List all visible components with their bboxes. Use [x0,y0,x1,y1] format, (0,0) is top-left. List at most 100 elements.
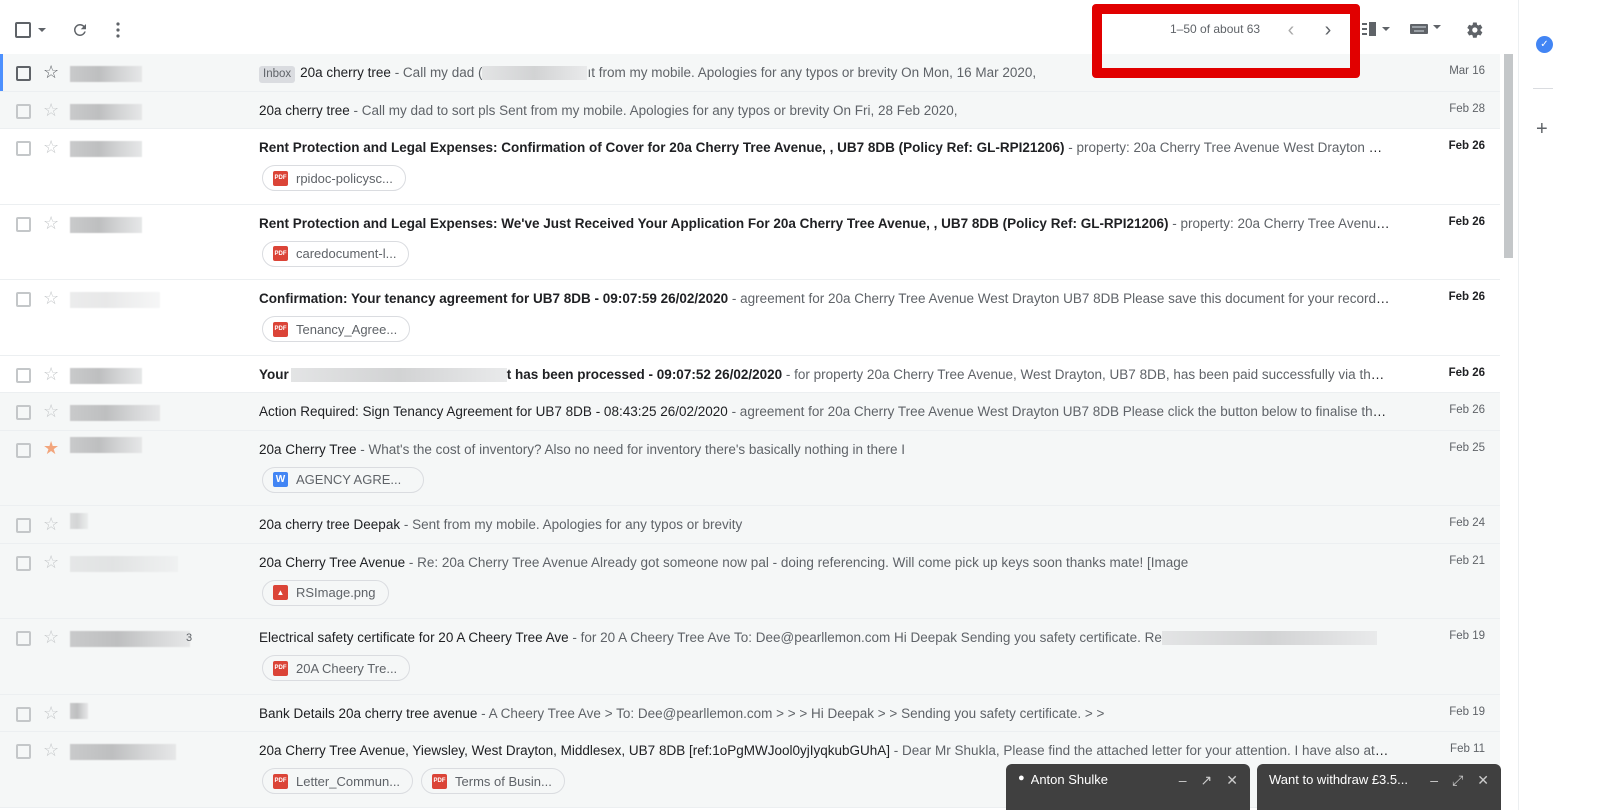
pdf-icon: PDF [273,321,288,337]
email-row[interactable]: ☆ Rent Protection and Legal Expenses: We… [0,204,1500,280]
fullscreen-icon[interactable]: ⤢ [1452,772,1463,788]
email-date: Feb 24 [1449,517,1485,529]
row-checkbox[interactable] [16,631,31,646]
email-subject: 20a cherry tree [259,102,350,118]
row-checkbox[interactable] [16,66,31,81]
pdf-icon: PDF [273,660,288,676]
caret-down-icon [1433,25,1441,29]
attachment-chip[interactable]: W AGENCY AGRE... [262,466,425,493]
email-row[interactable]: ☆ Bank Details 20a cherry tree avenue - … [0,694,1500,732]
row-checkbox[interactable] [16,518,31,533]
row-checkbox[interactable] [16,706,31,722]
attachment-chips: PDF Letter_Commun... PDF Terms of Busin... [262,768,565,794]
tasks-icon[interactable]: ✓ [1536,36,1553,53]
row-checkbox[interactable] [16,103,31,119]
prev-page-button[interactable]: ‹ [1284,18,1298,41]
refresh-button[interactable] [70,20,90,40]
attachment-chips: PDF 20A Cheery Tre... [262,655,411,681]
compose-window[interactable]: Want to withdraw £3.5... – ⤢ ✕ [1257,764,1501,810]
caret-down-icon [1382,27,1390,31]
email-snippet: - Dear Mr Shukla, Please find the attach… [890,743,1390,758]
star-icon[interactable]: ☆ [43,514,59,534]
word-doc-icon: W [273,472,288,487]
sender-redacted [70,513,88,529]
attachment-chips: W AGENCY AGRE... [262,466,425,493]
more-options-button[interactable] [110,20,126,40]
sender-redacted [70,103,142,120]
row-checkbox[interactable] [16,744,31,759]
email-row[interactable]: ☆ Rent Protection and Legal Expenses: Co… [0,129,1500,205]
side-panel: ✓ + [1518,0,1600,810]
side-divider [1533,88,1553,89]
next-page-button[interactable]: › [1321,19,1335,41]
attachment-chip[interactable]: PDF Letter_Commun... [262,768,414,794]
attachment-chip[interactable]: PDF caredocument-l... [262,240,410,267]
star-icon[interactable]: ☆ [43,100,59,120]
email-row[interactable]: ☆ 3 Electrical safety certificate for 20… [0,619,1500,695]
attachment-name: caredocument-l... [296,246,397,261]
chat-window[interactable]: ● Anton Shulke – ↗ ✕ [1006,764,1250,810]
email-row[interactable]: ☆ Confirmation: Your tenancy agreement f… [0,280,1500,356]
chevron-left-icon: ‹ [1287,18,1295,41]
settings-button[interactable] [1466,21,1484,39]
star-icon[interactable]: ☆ [43,213,59,233]
row-checkbox[interactable] [16,216,31,232]
minimize-icon[interactable]: – [1430,772,1438,788]
email-subject: 20a Cherry Tree Avenue, Yiewsley, West D… [259,743,891,758]
email-row[interactable]: ★ 20a Cherry Tree - What's the cost of i… [0,430,1500,506]
star-filled-icon[interactable]: ★ [43,438,59,458]
star-icon[interactable]: ☆ [43,364,59,384]
attachment-chip[interactable]: PDF 20A Cheery Tre... [262,655,411,681]
email-subject: Electrical safety certificate for 20 A C… [259,630,569,645]
inbox-main: 1–50 of about 63 ‹ › ☆ Inbox 20a cherry … [0,0,1518,810]
pdf-icon: PDF [432,773,448,789]
sender-redacted [70,141,142,157]
row-checkbox[interactable] [16,555,31,571]
email-snippet: - Call my dad to sort pls Sent from my m… [349,102,958,118]
redacted-text [482,66,588,81]
row-checkbox[interactable] [16,292,31,307]
scrollbar-thumb[interactable] [1504,54,1513,258]
pdf-icon: PDF [273,246,288,261]
email-row[interactable]: ☆ Action Required: Sign Tenancy Agreemen… [0,393,1500,431]
email-row[interactable]: ☆ Inbox 20a cherry tree - Call my dad (ıt… [0,54,1500,92]
email-row[interactable]: ☆ Your t has been processed - 09:07:52 26… [0,355,1500,393]
row-checkbox[interactable] [16,405,31,420]
star-icon[interactable]: ☆ [43,137,59,157]
attachment-chip[interactable]: ▲ RSImage.png [262,579,389,606]
star-icon[interactable]: ☆ [43,552,59,572]
select-dropdown-button[interactable] [38,28,46,32]
email-content: 20a cherry tree Deepak - Sent from my mo… [259,516,1390,534]
row-checkbox[interactable] [16,442,31,458]
pdf-icon: PDF [273,773,288,789]
attachment-chip[interactable]: PDF Tenancy_Agree... [262,316,411,342]
chat-bubble-icon: ● [1018,772,1025,784]
select-all-checkbox[interactable] [15,22,31,38]
input-tools-toggle[interactable] [1410,24,1441,34]
row-checkbox[interactable] [16,367,31,383]
attachment-chip[interactable]: PDF Terms of Busin... [421,768,565,794]
star-icon[interactable]: ☆ [43,401,59,421]
minimize-icon[interactable]: – [1179,772,1187,788]
attachment-chip[interactable]: PDF rpidoc-policysc... [262,165,406,191]
email-snippet: - for property 20a Cherry Tree Avenue, W… [782,366,1390,382]
split-pane-icon [1362,22,1376,36]
star-icon[interactable]: ☆ [43,703,59,723]
row-checkbox[interactable] [16,141,31,156]
add-addon-icon[interactable]: + [1536,118,1548,141]
popout-icon[interactable]: ↗ [1201,772,1213,788]
email-row[interactable]: ☆ 20a Cherry Tree Avenue - Re: 20a Cherr… [0,543,1500,619]
close-icon[interactable]: ✕ [1477,772,1489,788]
thread-count: 3 [186,632,193,644]
email-date: Feb 26 [1448,291,1485,303]
pagination-text[interactable]: 1–50 of about 63 [1170,22,1260,36]
star-icon[interactable]: ☆ [43,740,59,760]
split-pane-toggle[interactable] [1362,22,1390,36]
attachment-name: rpidoc-policysc... [296,170,393,186]
email-row[interactable]: ☆ 20a cherry tree - Call my dad to sort … [0,91,1500,129]
star-icon[interactable]: ☆ [43,627,59,647]
star-icon[interactable]: ☆ [43,62,59,82]
email-row[interactable]: ☆ 20a cherry tree Deepak - Sent from my … [0,506,1500,544]
close-icon[interactable]: ✕ [1226,772,1238,788]
star-icon[interactable]: ☆ [43,288,59,308]
